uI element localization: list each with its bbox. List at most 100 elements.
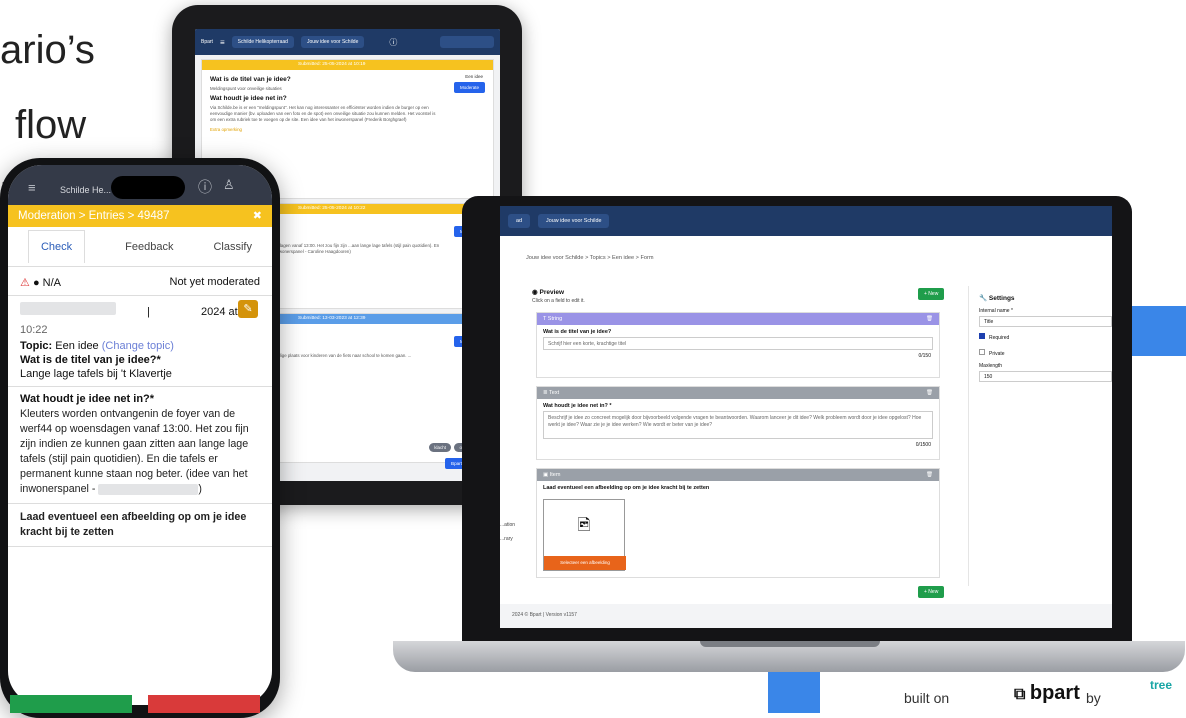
date-row: | 2024 at ✎: [8, 300, 272, 324]
field-string[interactable]: T String 🗑 Wat is de titel van je idee? S…: [536, 312, 940, 378]
checkbox-checked-icon: [979, 333, 985, 339]
laptop-footer: 2024 © Bpart | Version v1157: [500, 604, 1112, 628]
topic-tag: Een idee: [465, 74, 483, 79]
trash-icon[interactable]: 🗑: [926, 472, 933, 478]
topic-row: Topic: Een idee (Change topic): [8, 340, 272, 352]
app-title: Schilde He...: [60, 185, 112, 195]
bpart-logo: ⧉ bpart: [1014, 682, 1080, 704]
image-upload-box[interactable]: 🖻 Selecteer een afbeelding: [543, 499, 626, 571]
card-title: Wat is de titel van je idee?: [210, 76, 291, 83]
approve-button[interactable]: [10, 695, 132, 713]
new-field-button[interactable]: + New: [918, 288, 945, 300]
card-question: Wat houdt je idee net in?: [210, 95, 287, 102]
required-checkbox[interactable]: Required: [969, 327, 1112, 347]
answer-2: Kleuters worden ontvangenin de foyer van…: [20, 408, 249, 495]
bpart-logo-icon: ⧉: [1014, 686, 1030, 703]
dot-icon: ●: [32, 277, 40, 289]
nav-project-select[interactable]: Schilde Helikopterraad: [231, 36, 294, 48]
trash-icon[interactable]: 🗑: [926, 316, 933, 322]
preview-hint: Click on a field to edit it.: [532, 298, 585, 304]
settings-panel: 🔧 Settings Internal name * Title Require…: [968, 286, 1112, 586]
description-textarea[interactable]: Beschrijf je idee zo concreet mogelijk d…: [543, 411, 933, 439]
hamburger-icon[interactable]: ≡: [220, 38, 225, 47]
sidebar-item-2[interactable]: ...rary: [500, 536, 513, 542]
background-text-line-1: ario’s: [0, 28, 95, 72]
laptop-screen: ad Jouw idee voor Schilde Jouw idee voor…: [500, 206, 1112, 628]
internal-name-input[interactable]: Title: [979, 316, 1112, 327]
char-counter: 0/150: [918, 353, 931, 359]
card-header: Submitted: 25-05-2024 at 10:19: [202, 60, 493, 70]
title-input[interactable]: Schrijf hier een korte, krachtige titel: [543, 337, 933, 350]
by-text: by: [1086, 690, 1101, 706]
maxlength-input[interactable]: 150: [979, 371, 1112, 382]
moderation-breadcrumb: Moderation > Entries > 49487 ✖: [8, 205, 272, 227]
field-label: Wat is de titel van je idee?: [543, 329, 612, 335]
nav-topic-select[interactable]: Jouw idee voor Schilde: [300, 36, 365, 48]
status-right: Not yet moderated: [169, 276, 261, 288]
tab-classify[interactable]: Classify: [213, 241, 252, 253]
user-menu[interactable]: [440, 36, 494, 48]
upload-button[interactable]: Selecteer een afbeelding: [544, 556, 626, 570]
topic-value: Een idee: [55, 340, 99, 352]
built-on-text: built on: [904, 690, 950, 706]
divider: [8, 503, 272, 504]
divider: [8, 386, 272, 387]
card-extra: Extra opmerking: [210, 127, 242, 132]
answer-1: Lange lage tafels bij 't Klavertje: [20, 368, 172, 380]
question-icon[interactable]: ⓘ: [389, 37, 397, 48]
nav-topic-select[interactable]: Jouw idee voor Schilde: [538, 214, 610, 228]
settings-title: 🔧 Settings: [979, 295, 1015, 302]
status-row: ⚠ ● N/A Not yet moderated: [8, 267, 272, 289]
phone-screen: ≡ Schilde He... ⓘ ♙ Moderation > Entries…: [8, 165, 272, 705]
trash-icon[interactable]: 🗑: [926, 390, 933, 396]
close-icon[interactable]: ✖: [253, 209, 262, 222]
hamburger-icon[interactable]: ≡: [28, 180, 36, 195]
question-3: Laad eventueel een afbeelding op om je i…: [20, 511, 247, 538]
maxlength-label: Maxlength: [979, 363, 1003, 369]
tag-badge: klacht: [429, 443, 451, 452]
sidebar-item-1[interactable]: ...ation: [500, 522, 515, 528]
card-subtitle: Meldingspunt voor onveilige situaties: [210, 86, 282, 91]
decorative-block-bottom: [768, 670, 820, 713]
change-topic-link[interactable]: (Change topic): [102, 340, 174, 352]
submitted-date: Submitted: 13-03-2023 at 12:39: [298, 316, 366, 321]
tab-check[interactable]: Check: [27, 230, 86, 263]
field-label: Laad eventueel een afbeelding op om je i…: [543, 485, 710, 491]
image-icon: 🖻: [577, 517, 591, 534]
moderate-button[interactable]: Moderate: [453, 82, 485, 93]
nav-project-select[interactable]: ad: [508, 214, 530, 228]
background-text-line-2: flow: [15, 103, 87, 147]
brand-logo[interactable]: Bpart: [201, 39, 213, 45]
warning-icon: ⚠: [20, 277, 30, 289]
dynamic-island: [111, 176, 185, 199]
entry-date: 2024 at: [200, 306, 238, 318]
question-1: Wat is de titel van je idee?*: [20, 354, 161, 366]
breadcrumb[interactable]: Jouw idee voor Schilde > Topics > Een id…: [526, 255, 654, 261]
question-2: Wat houdt je idee net in?*: [20, 393, 155, 405]
reject-button[interactable]: [148, 695, 260, 713]
laptop-hinge: [700, 641, 880, 647]
divider: [8, 546, 272, 547]
edit-pencil-icon[interactable]: ✎: [238, 300, 258, 318]
field-type-bar[interactable]: ≣ Text 🗑: [537, 387, 939, 399]
laptop-nav-bar: ad Jouw idee voor Schilde: [500, 206, 1112, 236]
image-type-icon: ▣: [543, 472, 550, 478]
field-type-bar[interactable]: T String 🗑: [537, 313, 939, 325]
char-counter: 0/1500: [915, 442, 931, 448]
user-icon[interactable]: ♙: [223, 177, 235, 193]
field-label: Wat houdt je idee net in? *: [543, 403, 612, 409]
preview-title: ◉ Preview: [532, 289, 565, 296]
entry-time: 10:22: [20, 324, 48, 336]
preview-panel: ◉ Preview Click on a field to edit it. +…: [532, 282, 952, 598]
field-text[interactable]: ≣ Text 🗑 Wat houdt je idee net in? * Besc…: [536, 386, 940, 460]
tree-logo: tree: [1150, 678, 1173, 692]
wrench-icon: 🔧: [979, 295, 989, 302]
new-field-button-bottom[interactable]: + New: [918, 586, 945, 598]
checkbox-empty-icon: [979, 349, 985, 355]
question-icon[interactable]: ⓘ: [198, 177, 212, 197]
field-type-bar[interactable]: ▣ Item 🗑: [537, 469, 939, 481]
tab-feedback[interactable]: Feedback: [125, 241, 173, 253]
private-checkbox[interactable]: Private: [969, 347, 1112, 359]
blurred-name: [98, 483, 199, 495]
field-image[interactable]: ▣ Item 🗑 Laad eventueel een afbeelding op…: [536, 468, 940, 578]
